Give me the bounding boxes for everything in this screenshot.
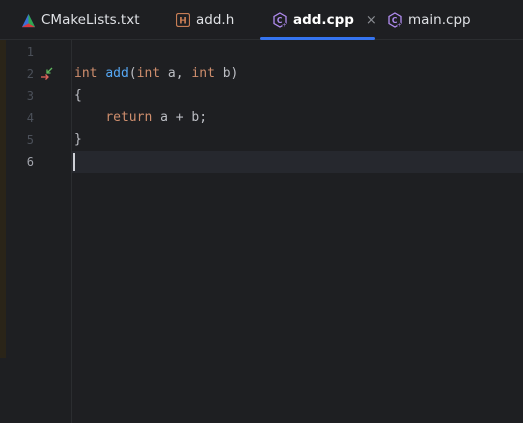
- line-number: 3: [26, 89, 34, 103]
- cmake-icon: [20, 12, 36, 28]
- close-tab-icon[interactable]: ×: [366, 13, 377, 28]
- cpp-file-icon: C +: [272, 12, 288, 28]
- text-caret: [73, 153, 75, 171]
- keyword-token: int: [136, 66, 161, 81]
- svg-text:+: +: [397, 23, 402, 29]
- svg-text:H: H: [179, 17, 187, 27]
- cpp-file-icon: C +: [387, 12, 403, 28]
- code-line[interactable]: }: [74, 129, 82, 151]
- tab-label: add.cpp: [293, 12, 354, 28]
- ide-window: CMakeLists.txt H add.h C + add.cpp × C +…: [0, 0, 523, 423]
- code-token: a,: [160, 66, 192, 81]
- code-token: {: [74, 88, 82, 103]
- line-number: 5: [26, 133, 34, 147]
- tab-add-cpp[interactable]: C + add.cpp ×: [272, 0, 377, 40]
- tab-add-h[interactable]: H add.h: [175, 0, 234, 40]
- tab-label: main.cpp: [408, 12, 471, 28]
- tab-label: add.h: [196, 12, 235, 28]
- code-token: b): [214, 66, 239, 81]
- code-line[interactable]: int add(int a, int b): [74, 63, 238, 85]
- line-number: 1: [26, 45, 34, 59]
- code-editor[interactable]: 1 2 3 4 5 6 int add(int a, int b){ retur…: [6, 40, 523, 423]
- keyword-token: int: [74, 66, 98, 81]
- tab-cmakelists[interactable]: CMakeLists.txt: [20, 0, 140, 40]
- line-number-gutter[interactable]: 1 2 3 4 5 6: [6, 40, 71, 423]
- code-token: (: [128, 66, 137, 81]
- code-line[interactable]: return a + b;: [74, 107, 207, 129]
- code-token: a + b;: [152, 110, 208, 125]
- tab-label: CMakeLists.txt: [41, 12, 140, 28]
- gutter-divider: [71, 40, 72, 423]
- line-number: 4: [26, 111, 34, 125]
- svg-text:+: +: [282, 23, 287, 29]
- function-name-token: add: [105, 66, 129, 81]
- navigate-to-declaration-icon[interactable]: [40, 63, 56, 85]
- keyword-token: return: [105, 110, 153, 125]
- code-line[interactable]: {: [74, 85, 82, 107]
- line-number: 2: [26, 67, 34, 81]
- current-line-highlight: [6, 151, 523, 173]
- tab-main-cpp[interactable]: C + main.cpp: [387, 0, 471, 40]
- editor-tab-bar: CMakeLists.txt H add.h C + add.cpp × C +…: [0, 0, 523, 40]
- code-token: }: [74, 132, 82, 147]
- line-number-current: 6: [26, 155, 34, 169]
- header-file-icon: H: [175, 12, 191, 28]
- keyword-token: int: [191, 66, 215, 81]
